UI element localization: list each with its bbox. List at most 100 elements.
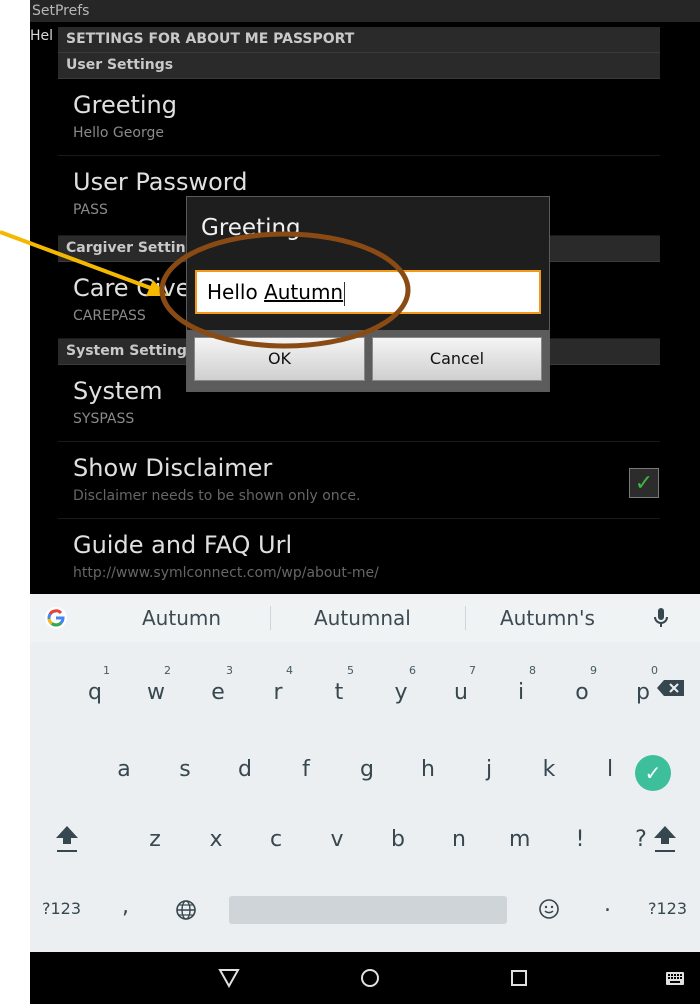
key-d[interactable]: d	[235, 757, 255, 782]
key-h[interactable]: h	[418, 757, 438, 782]
keyboard-switch-icon[interactable]	[666, 972, 684, 985]
soft-keyboard: Autumn Autumnal Autumn's ✓ ?123 , . ?123…	[30, 594, 700, 952]
key-label: y	[394, 680, 408, 705]
key-hint: 9	[590, 664, 597, 677]
suggestion-item[interactable]: Autumn's	[500, 606, 595, 630]
enter-key[interactable]: ✓	[635, 755, 671, 791]
pref-greeting[interactable]: Greeting Hello George	[58, 79, 660, 156]
key-x[interactable]: x	[206, 827, 226, 852]
greeting-dialog: Greeting Hello Autumn OK Cancel	[186, 196, 550, 392]
key-label: r	[273, 680, 283, 705]
key-exclamation[interactable]: !	[570, 827, 590, 852]
suggestion-divider	[465, 606, 466, 630]
key-m[interactable]: m	[509, 827, 530, 852]
google-g-icon[interactable]	[44, 606, 68, 630]
pref-guide-faq-url[interactable]: Guide and FAQ Url http://www.symlconnect…	[58, 519, 660, 596]
key-f[interactable]: f	[296, 757, 316, 782]
key-r[interactable]: 4r	[266, 664, 293, 705]
shift-left-icon[interactable]	[54, 824, 80, 854]
home-icon[interactable]	[360, 968, 380, 988]
key-t[interactable]: 5t	[327, 664, 354, 705]
emoji-icon[interactable]	[538, 898, 560, 920]
greeting-input[interactable]: Hello Autumn	[195, 270, 541, 314]
key-question[interactable]: ?	[631, 827, 651, 852]
key-label: u	[454, 680, 468, 705]
key-label: p	[636, 680, 650, 705]
pref-title: Guide and FAQ Url	[73, 531, 293, 559]
key-label: i	[517, 680, 525, 705]
key-q[interactable]: 1q	[83, 664, 110, 705]
key-hint: 0	[651, 664, 658, 677]
recents-icon[interactable]	[510, 969, 528, 987]
symbols-key[interactable]: ?123	[42, 899, 81, 918]
key-o[interactable]: 9o	[570, 664, 597, 705]
key-j[interactable]: j	[479, 757, 499, 782]
pref-summary: SYSPASS	[73, 411, 135, 427]
key-hint: 4	[286, 664, 293, 677]
pref-title: System	[73, 377, 163, 405]
input-text-prefix: Hello	[207, 280, 265, 304]
period-key[interactable]: .	[604, 892, 611, 917]
key-y[interactable]: 6y	[389, 664, 416, 705]
device-screen: SetPrefs Hel SETTINGS FOR ABOUT ME PASSP…	[30, 0, 700, 1004]
ok-button[interactable]: OK	[194, 337, 365, 381]
symbols-key-right[interactable]: ?123	[648, 899, 687, 918]
key-g[interactable]: g	[357, 757, 377, 782]
key-u[interactable]: 7u	[449, 664, 476, 705]
key-k[interactable]: k	[539, 757, 559, 782]
shift-right-icon[interactable]	[652, 824, 678, 854]
text-caret	[344, 281, 346, 306]
microphone-icon[interactable]	[652, 606, 670, 630]
suggestion-strip: Autumn Autumnal Autumn's	[30, 594, 700, 642]
key-c[interactable]: c	[266, 827, 286, 852]
key-i[interactable]: 8i	[509, 664, 536, 705]
disclaimer-checkbox[interactable]: ✓	[629, 468, 659, 498]
backspace-icon[interactable]	[656, 678, 686, 698]
pref-summary: http://www.symlconnect.com/wp/about-me/	[73, 565, 379, 581]
pref-show-disclaimer[interactable]: Show Disclaimer Disclaimer needs to be s…	[58, 442, 660, 519]
key-hint: 8	[529, 664, 536, 677]
space-bar[interactable]	[229, 896, 507, 924]
background-text-fragment: Hel	[30, 28, 54, 44]
cancel-button[interactable]: Cancel	[372, 337, 542, 381]
comma-key[interactable]: ,	[122, 894, 129, 919]
dialog-button-bar: OK Cancel	[187, 330, 549, 391]
key-b[interactable]: b	[388, 827, 408, 852]
key-label: t	[334, 680, 344, 705]
key-v[interactable]: v	[327, 827, 347, 852]
settings-header: SETTINGS FOR ABOUT ME PASSPORT	[58, 27, 660, 53]
back-icon[interactable]	[218, 968, 240, 988]
pref-title: Greeting	[73, 91, 177, 119]
key-e[interactable]: 3e	[206, 664, 233, 705]
key-a[interactable]: a	[114, 757, 134, 782]
pref-title: User Password	[73, 168, 248, 196]
suggestion-item[interactable]: Autumnal	[314, 606, 411, 630]
pref-summary: PASS	[73, 202, 108, 218]
input-text-word: Autumn	[264, 280, 344, 304]
navigation-bar	[30, 952, 700, 1004]
key-label: o	[575, 680, 589, 705]
globe-icon[interactable]	[175, 899, 197, 921]
pref-summary: CAREPASS	[73, 308, 146, 324]
key-n[interactable]: n	[449, 827, 469, 852]
suggestion-divider	[270, 606, 271, 630]
pref-summary: Disclaimer needs to be shown only once.	[73, 488, 361, 504]
pref-title: Show Disclaimer	[73, 454, 273, 482]
key-hint: 7	[469, 664, 476, 677]
key-p[interactable]: 0p	[631, 664, 658, 705]
app-title: SetPrefs	[30, 0, 700, 22]
key-label: q	[88, 680, 102, 705]
key-w[interactable]: 2w	[144, 664, 171, 705]
section-user-settings: User Settings	[58, 53, 660, 79]
key-hint: 3	[226, 664, 233, 677]
key-label: e	[211, 680, 225, 705]
key-hint: 6	[409, 664, 416, 677]
pref-title: Care Give	[73, 274, 191, 302]
key-l[interactable]: l	[600, 757, 620, 782]
key-label: w	[147, 680, 165, 705]
key-s[interactable]: s	[175, 757, 195, 782]
key-hint: 5	[347, 664, 354, 677]
key-z[interactable]: z	[145, 827, 165, 852]
suggestion-item[interactable]: Autumn	[142, 606, 221, 630]
key-hint: 1	[103, 664, 110, 677]
